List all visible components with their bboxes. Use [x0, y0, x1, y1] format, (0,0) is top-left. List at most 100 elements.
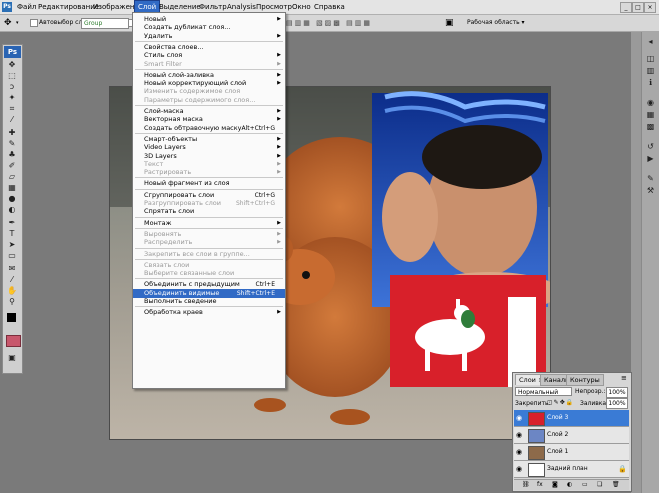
layer-menu-item[interactable]: Smart Filter ▶: [133, 60, 285, 69]
mask-icon[interactable]: ◙: [552, 481, 558, 489]
zoom-icon[interactable]: ⚲: [6, 297, 18, 306]
brushes-icon[interactable]: ✎: [645, 174, 656, 184]
layer-menu-item[interactable]: Параметры содержимого слоя...: [133, 96, 285, 105]
menu-help[interactable]: Справка: [311, 1, 348, 13]
lock-icons[interactable]: ▢✎✥🔒: [547, 398, 579, 407]
quick-mask-icon[interactable]: [6, 335, 21, 347]
blur-icon[interactable]: ●: [6, 194, 18, 203]
eye-icon[interactable]: ◉: [516, 414, 524, 422]
close-icon[interactable]: ×: [644, 2, 656, 13]
menu-item-label: Выровнять: [144, 229, 182, 238]
clone-stamp-icon[interactable]: ♣: [6, 150, 18, 159]
layer-menu-item[interactable]: Распределить ▶: [133, 238, 285, 247]
marquee-icon[interactable]: ⬚: [6, 71, 18, 80]
minimize-icon[interactable]: _: [620, 2, 632, 13]
tab-paths[interactable]: Контуры: [566, 374, 604, 386]
layer-menu-item[interactable]: Спрятать слои: [133, 207, 285, 216]
eyedropper-icon[interactable]: ⁄: [6, 115, 18, 124]
fill-field[interactable]: 100%: [606, 398, 628, 409]
swatches-icon[interactable]: ▦: [645, 110, 656, 120]
layer-row-background[interactable]: ◉ Задний план 🔒: [514, 461, 629, 478]
panel-collapse-icon[interactable]: ◂: [645, 37, 656, 47]
fx-icon[interactable]: fx: [537, 481, 543, 489]
gradient-icon[interactable]: ▦: [6, 183, 18, 192]
layer-menu-item[interactable]: Новый фрагмент из слоя: [133, 179, 285, 188]
menu-separator: [135, 306, 283, 308]
layer-menu-item[interactable]: Растрировать ▶: [133, 168, 285, 177]
align-icons[interactable]: ▤▥▦ ▧▨▩ ▤▥▦: [286, 19, 396, 28]
menu-item-label: Объединить с предыдущим: [144, 280, 240, 289]
hand-icon[interactable]: ✋: [6, 286, 18, 295]
healing-brush-icon[interactable]: ✚: [6, 128, 18, 137]
app-logo: Ps: [2, 2, 12, 12]
layer-menu-item[interactable]: Создать обтравочную маску Alt+Ctrl+G: [133, 124, 285, 133]
styles-icon[interactable]: ▩: [645, 122, 656, 132]
layer-name: Слой 3: [547, 414, 569, 421]
foreground-color-swatch[interactable]: [7, 313, 16, 322]
eyedropper-2-icon[interactable]: ⁄: [6, 275, 18, 284]
info-icon[interactable]: ℹ: [645, 78, 656, 88]
layer-menu-item[interactable]: Закрепить все слои в группе...: [133, 250, 285, 259]
eye-icon[interactable]: ◉: [516, 465, 524, 473]
layer-thumbnail: [528, 429, 545, 443]
layer-row-3[interactable]: ◉ Слой 3: [514, 410, 629, 427]
brush-icon[interactable]: ✎: [6, 139, 18, 148]
lock-label: Закрепить:: [515, 400, 551, 407]
dodge-icon[interactable]: ◐: [6, 205, 18, 214]
toolbox-logo: Ps: [4, 46, 21, 58]
move-tool-icon[interactable]: ✥: [4, 18, 14, 28]
trash-icon[interactable]: 🗑: [612, 481, 620, 489]
magic-wand-icon[interactable]: ✦: [6, 93, 18, 102]
menu-item-label: Выберите связанные слои: [144, 269, 235, 278]
chevron-down-icon[interactable]: ▾: [16, 20, 20, 26]
workspace-menu[interactable]: Рабочая область ▾: [467, 19, 525, 26]
autoselect-select[interactable]: Group: [81, 18, 129, 29]
layer-row-1[interactable]: ◉ Слой 1: [514, 444, 629, 461]
lasso-icon[interactable]: ↄ: [6, 82, 18, 91]
move-icon[interactable]: ✥: [6, 60, 18, 69]
eraser-icon[interactable]: ▱: [6, 172, 18, 181]
opacity-field[interactable]: 100%: [606, 387, 628, 398]
submenu-arrow-icon: ▶: [277, 219, 281, 226]
eye-icon[interactable]: ◉: [516, 431, 524, 439]
history-brush-icon[interactable]: ✐: [6, 161, 18, 170]
crop-icon[interactable]: ⌗: [6, 104, 18, 113]
notes-icon[interactable]: ✉: [6, 264, 18, 273]
menu-item-label: Новый корректирующий слой: [144, 79, 247, 88]
layer-row-2[interactable]: ◉ Слой 2: [514, 427, 629, 444]
tool-presets-icon[interactable]: ⚒: [645, 186, 656, 196]
layer-menu-item[interactable]: Выберите связанные слои: [133, 269, 285, 278]
menu-item-label: Растрировать: [144, 168, 192, 177]
autoselect-checkbox[interactable]: [30, 19, 38, 27]
layer-name: Слой 1: [547, 448, 569, 455]
color-icon[interactable]: ◉: [645, 98, 656, 108]
eye-icon[interactable]: ◉: [516, 448, 524, 456]
histogram-icon[interactable]: ▥: [645, 66, 656, 76]
pen-icon[interactable]: ✒: [6, 218, 18, 227]
panel-menu-icon[interactable]: ≡: [621, 374, 629, 383]
submenu-arrow-icon: ▶: [277, 169, 281, 176]
fill-label: Заливка:: [580, 400, 609, 407]
layer-menu-item[interactable]: Монтаж ▶: [133, 219, 285, 228]
menu-window[interactable]: Окно: [289, 1, 314, 13]
folder-icon[interactable]: ▭: [582, 481, 588, 489]
layer-menu-item[interactable]: Выполнить сведение: [133, 297, 285, 306]
layer-menu-item[interactable]: Обработка краев ▶: [133, 308, 285, 317]
submenu-arrow-icon: ▶: [277, 32, 281, 39]
screen-mode-icon[interactable]: ▣: [6, 353, 18, 362]
menu-item-label: Стиль слоя: [144, 51, 183, 60]
layer-menu-item[interactable]: Удалить ▶: [133, 32, 285, 41]
workspace-icon[interactable]: ▣: [445, 18, 459, 28]
history-icon[interactable]: ↺: [645, 142, 656, 152]
link-icon[interactable]: ⛓: [522, 481, 530, 489]
adjustment-icon[interactable]: ◐: [567, 481, 572, 489]
type-icon[interactable]: T: [6, 229, 18, 238]
new-layer-icon[interactable]: ❏: [597, 481, 602, 489]
path-selection-icon[interactable]: ➤: [6, 240, 18, 249]
shape-icon[interactable]: ▭: [6, 251, 18, 260]
maximize-icon[interactable]: □: [632, 2, 644, 13]
navigator-icon[interactable]: ◫: [645, 54, 656, 64]
actions-icon[interactable]: ▶: [645, 154, 656, 164]
menu-item-label: Создать дубликат слоя...: [144, 23, 231, 32]
blend-mode-select[interactable]: Нормальный: [515, 387, 572, 396]
